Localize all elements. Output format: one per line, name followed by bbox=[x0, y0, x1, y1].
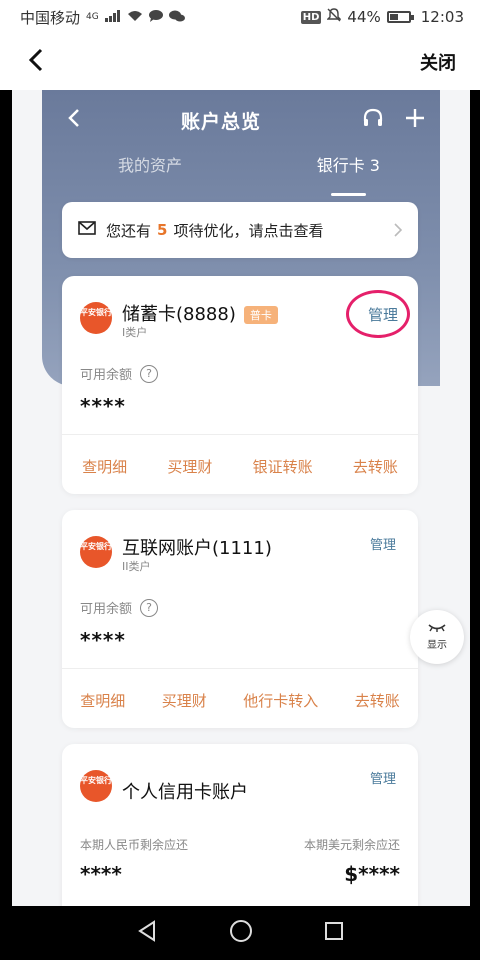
internet-account-card: 平安银行 互联网账户(1111) II类户 管理 可用余额 ? **** 查明细… bbox=[62, 510, 418, 728]
notice-prefix: 您还有 bbox=[106, 221, 152, 240]
show-label: 显示 bbox=[427, 640, 447, 651]
balance-label-row: 可用余额 ? bbox=[80, 598, 159, 617]
credit-card-account: 平安银行 个人信用卡账户 管理 本期人民币剩余应还 本期美元剩余应还 **** … bbox=[62, 744, 418, 906]
status-bar: 中国移动 4G HD 44% 12:03 bbox=[0, 0, 480, 34]
tab-my-assets[interactable]: 我的资产 bbox=[118, 152, 182, 188]
show-balance-button[interactable]: 显示 bbox=[410, 610, 464, 664]
action-transfer[interactable]: 去转账 bbox=[355, 690, 400, 711]
home-circle-icon[interactable] bbox=[229, 919, 253, 947]
page-title: 账户总览 bbox=[180, 110, 261, 133]
divider bbox=[62, 668, 418, 669]
bank-logo: 平安银行 bbox=[80, 302, 112, 334]
manage-link[interactable]: 管理 bbox=[368, 304, 398, 325]
card-title: 储蓄卡(8888) 普卡 bbox=[122, 300, 278, 326]
card-tier-badge: 普卡 bbox=[243, 306, 278, 324]
balance-value: **** bbox=[80, 394, 126, 418]
action-buy-wealth[interactable]: 买理财 bbox=[167, 456, 212, 477]
mail-icon bbox=[78, 221, 96, 239]
action-transfer[interactable]: 去转账 bbox=[353, 456, 398, 477]
headset-icon[interactable] bbox=[362, 107, 384, 133]
rmb-due-label: 本期人民币剩余应还 bbox=[80, 838, 189, 852]
chevron-right-icon bbox=[394, 218, 403, 242]
eye-closed-icon bbox=[410, 610, 464, 636]
savings-card: 平安银行 储蓄卡(8888) 普卡 I类户 管理 可用余额 ? **** 查明细 … bbox=[62, 276, 418, 494]
back-icon[interactable] bbox=[28, 48, 44, 77]
balance-label: 可用余额 bbox=[80, 602, 133, 617]
hd-badge: HD bbox=[300, 10, 322, 24]
usd-due-label: 本期美元剩余应还 bbox=[303, 838, 400, 852]
account-class: II类户 bbox=[122, 560, 151, 573]
app-navbar: 关闭 bbox=[0, 34, 480, 90]
system-navbar bbox=[0, 906, 480, 960]
content-area: 账户总览 我的资产 银行卡 3 您还有 5 项待优化，请点击查看 平安银行 储蓄… bbox=[0, 90, 480, 906]
hero-back-icon[interactable] bbox=[68, 106, 80, 134]
battery-icon bbox=[386, 11, 414, 23]
divider bbox=[62, 434, 418, 435]
balance-label-row: 可用余额 ? bbox=[80, 364, 159, 383]
notice-count: 5 bbox=[157, 221, 168, 239]
help-icon[interactable]: ? bbox=[140, 364, 159, 383]
card-name: 互联网账户(1111) bbox=[122, 538, 272, 559]
close-button[interactable]: 关闭 bbox=[420, 49, 456, 75]
wifi-icon bbox=[127, 8, 143, 26]
balance-value: **** bbox=[80, 628, 126, 652]
back-triangle-icon[interactable] bbox=[136, 920, 158, 946]
bank-logo: 平安银行 bbox=[80, 536, 112, 568]
card-actions: 查明细 买理财 他行卡转入 去转账 bbox=[62, 690, 418, 711]
recents-square-icon[interactable] bbox=[324, 921, 344, 945]
action-buy-wealth[interactable]: 买理财 bbox=[162, 690, 207, 711]
manage-link[interactable]: 管理 bbox=[370, 768, 396, 787]
rmb-due-value: **** bbox=[80, 862, 122, 886]
manage-link[interactable]: 管理 bbox=[370, 534, 396, 553]
notice-suffix: 项待优化，请点击查看 bbox=[173, 221, 324, 240]
balance-label: 可用余额 bbox=[80, 368, 133, 383]
webview: 账户总览 我的资产 银行卡 3 您还有 5 项待优化，请点击查看 平安银行 储蓄… bbox=[12, 90, 470, 906]
battery-percent: 44% bbox=[347, 8, 381, 26]
chat-icon bbox=[148, 8, 163, 26]
mute-icon bbox=[326, 8, 343, 26]
action-details[interactable]: 查明细 bbox=[80, 690, 125, 711]
carrier-label: 中国移动 bbox=[20, 8, 81, 27]
bank-logo: 平安银行 bbox=[80, 770, 112, 802]
card-actions: 查明细 买理财 银证转账 去转账 bbox=[62, 456, 418, 477]
tab-bank-cards[interactable]: 银行卡 3 bbox=[317, 152, 380, 196]
usd-due-value: $**** bbox=[344, 862, 400, 886]
network-type: 4G bbox=[86, 12, 99, 22]
card-name: 个人信用卡账户 bbox=[122, 782, 248, 803]
action-details[interactable]: 查明细 bbox=[82, 456, 127, 477]
wechat-icon bbox=[168, 8, 185, 26]
credit-labels: 本期人民币剩余应还 本期美元剩余应还 bbox=[80, 836, 400, 853]
action-bank-securities-transfer[interactable]: 银证转账 bbox=[253, 456, 313, 477]
optimization-notice[interactable]: 您还有 5 项待优化，请点击查看 bbox=[62, 202, 418, 258]
account-class: I类户 bbox=[122, 326, 148, 339]
add-icon[interactable] bbox=[404, 107, 426, 133]
credit-values: **** $**** bbox=[80, 862, 400, 886]
signal-icon bbox=[104, 8, 121, 26]
action-other-bank-transfer-in[interactable]: 他行卡转入 bbox=[243, 690, 318, 711]
help-icon[interactable]: ? bbox=[140, 598, 159, 617]
clock: 12:03 bbox=[420, 8, 464, 26]
card-name: 储蓄卡(8888) bbox=[122, 304, 236, 325]
